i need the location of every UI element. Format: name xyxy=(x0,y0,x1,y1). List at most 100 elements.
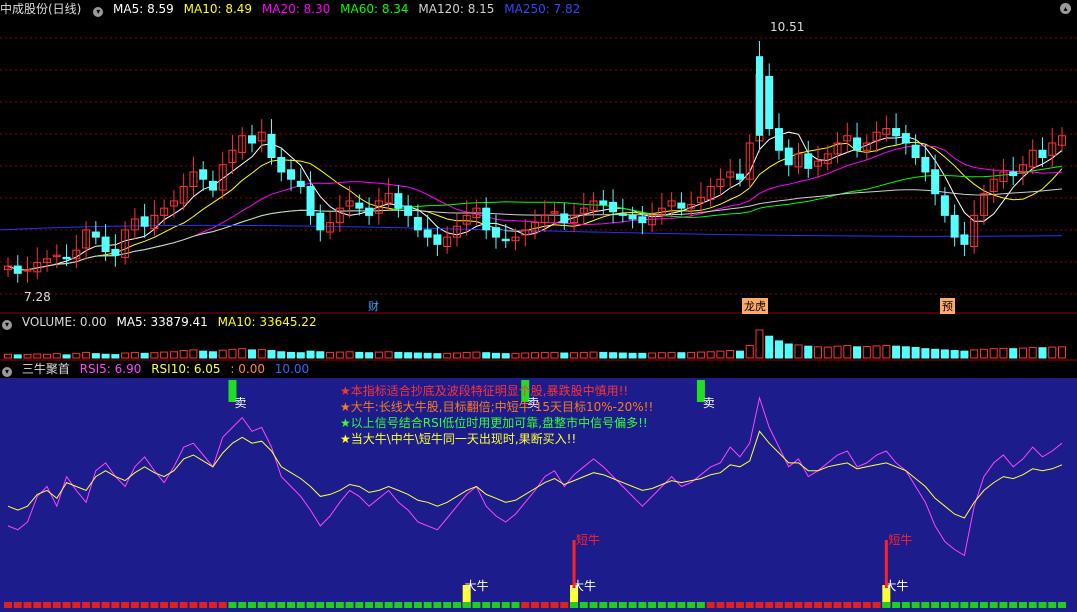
status-cell xyxy=(540,602,549,608)
candle-body xyxy=(277,157,286,173)
volume-bar xyxy=(394,351,403,359)
indicator-header: ▾ 三牛聚首 RSI5: 6.90 RSI10: 6.05 : 0.00 10.… xyxy=(0,362,315,377)
status-cell xyxy=(570,602,579,608)
event-marker-longhu[interactable]: 龙虎 xyxy=(742,298,768,314)
candle-body xyxy=(433,234,442,245)
candle-body xyxy=(140,216,149,227)
volume-bar xyxy=(911,346,920,359)
close-chart-icon[interactable]: ▴ xyxy=(1060,3,1071,14)
volume-bar xyxy=(677,352,686,359)
status-cell xyxy=(491,602,500,608)
status-cell xyxy=(892,602,901,608)
note-text: 大牛:长线大牛股,目标翻倍;中短牛:15天目标10%-20%!! xyxy=(350,400,654,414)
status-cell xyxy=(1048,602,1057,608)
ma60-value: MA60: 8.34 xyxy=(340,2,409,16)
status-cell xyxy=(765,602,774,608)
candle-body xyxy=(901,133,910,144)
status-cell xyxy=(579,602,588,608)
status-cell xyxy=(62,602,71,608)
ma120-value: MA120: 8.15 xyxy=(418,2,495,16)
status-cell xyxy=(774,602,783,608)
volume-bar xyxy=(365,352,374,359)
status-cell xyxy=(462,602,471,608)
status-cell xyxy=(423,602,432,608)
short-bull-signal-label: 短牛 xyxy=(888,532,912,547)
status-cell xyxy=(696,602,705,608)
status-cell xyxy=(501,602,510,608)
volume-bar xyxy=(296,352,305,359)
volume-bar xyxy=(501,353,510,359)
volume-bar xyxy=(433,353,442,359)
volume-settings-icon[interactable]: ▾ xyxy=(2,320,12,330)
status-cell xyxy=(755,602,764,608)
status-cell xyxy=(218,602,227,608)
status-cell xyxy=(111,602,120,608)
note-line: ★本指标适合抄底及波段特征明显个股,暴跌股中慎用!! xyxy=(340,383,653,399)
status-cell xyxy=(1058,602,1066,608)
status-cell xyxy=(91,602,100,608)
status-cell xyxy=(843,602,852,608)
stock-chart[interactable]: 卖卖卖大牛 大牛 大牛短牛 短牛 xyxy=(0,0,1077,612)
candle-body xyxy=(804,153,813,169)
candle-body xyxy=(316,212,325,231)
volume-bar xyxy=(901,346,910,359)
volume-bar xyxy=(638,352,647,359)
note-text: 当大牛\中牛\短牛同一天出现时,果断买入!! xyxy=(350,432,577,446)
volume-bar xyxy=(921,348,930,359)
candle-body xyxy=(911,144,920,159)
volume-bar xyxy=(931,348,940,359)
status-cell xyxy=(130,602,139,608)
short-bull-signal-label: 短牛 xyxy=(576,532,600,547)
candle-body xyxy=(296,180,305,187)
indicator-value-1: : 0.00 xyxy=(230,362,265,376)
high-candle xyxy=(755,56,763,136)
volume-bar xyxy=(628,352,637,359)
candle-body xyxy=(413,217,422,231)
candle-body xyxy=(765,75,774,130)
status-cell xyxy=(199,602,208,608)
candle-body xyxy=(628,214,637,220)
volume-bar xyxy=(599,351,608,359)
candle-body xyxy=(365,207,374,216)
indicator-notes: ★本指标适合抄底及波段特征明显个股,暴跌股中慎用!! ★ 大牛:长线大牛股,目标翻倍… xyxy=(340,383,653,447)
candle-body xyxy=(287,169,296,180)
status-cell xyxy=(82,602,91,608)
candle-body xyxy=(423,229,432,238)
volume-bar xyxy=(560,352,569,359)
candle-body xyxy=(960,234,969,245)
volume-bar xyxy=(853,346,862,359)
indicator-settings-icon[interactable]: ▾ xyxy=(2,367,12,377)
volume-bar xyxy=(267,350,276,359)
status-cell xyxy=(521,602,530,608)
volume-bar xyxy=(91,353,100,359)
candle-body xyxy=(940,195,949,216)
status-cell xyxy=(345,602,354,608)
settings-icon[interactable]: ▾ xyxy=(93,7,104,17)
status-cell xyxy=(452,602,461,608)
candle-body xyxy=(199,169,208,180)
candle-body xyxy=(394,193,403,209)
stock-title: 中成股份(日线) xyxy=(0,2,82,16)
event-marker-cai[interactable]: 财 xyxy=(366,298,381,314)
star-icon: ★ xyxy=(340,416,351,430)
status-cell xyxy=(482,602,491,608)
status-cell xyxy=(247,602,256,608)
volume-bar xyxy=(804,345,813,359)
status-cell xyxy=(287,602,296,608)
volume-bar xyxy=(892,345,901,359)
sell-signal-label: 卖 xyxy=(703,396,715,410)
status-cell xyxy=(43,602,52,608)
status-cell xyxy=(4,602,12,608)
status-cell xyxy=(999,602,1008,608)
status-cell xyxy=(384,602,393,608)
candle-body xyxy=(111,248,120,256)
status-cell xyxy=(267,602,276,608)
status-cell xyxy=(179,602,188,608)
volume-bar xyxy=(316,351,325,359)
volume-value: VOLUME: 0.00 xyxy=(21,315,107,329)
status-cell xyxy=(472,602,481,608)
status-cell xyxy=(511,602,520,608)
status-cell xyxy=(296,602,305,608)
event-marker-yu[interactable]: 预 xyxy=(940,298,955,314)
candle-body xyxy=(609,201,618,213)
